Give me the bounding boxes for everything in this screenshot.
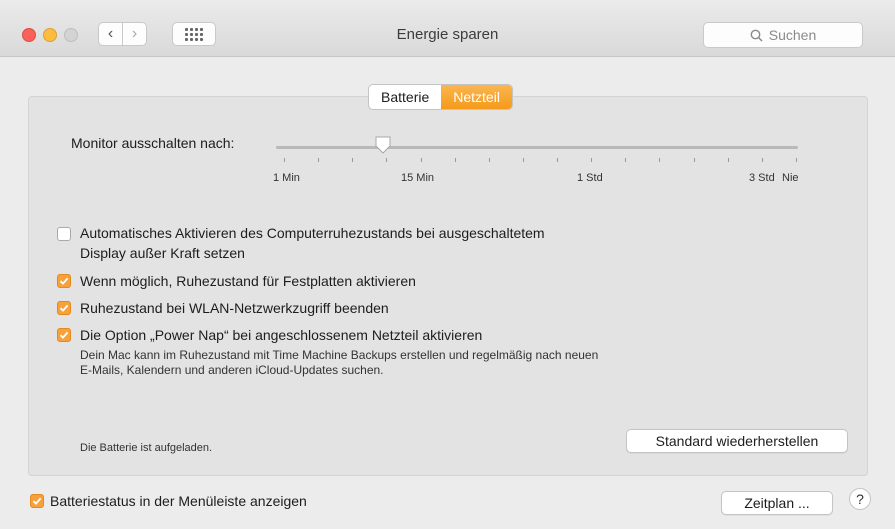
disable-sleep-checkbox[interactable] bbox=[57, 227, 71, 241]
wake-wlan-label[interactable]: Ruhezustand bei WLAN-Netzwerkzugriff bee… bbox=[80, 298, 389, 318]
slider-tick bbox=[318, 158, 319, 162]
menubar-battery-label[interactable]: Batteriestatus in der Menüleiste anzeige… bbox=[50, 491, 307, 511]
search-placeholder: Suchen bbox=[768, 27, 817, 43]
slider-tick bbox=[762, 158, 763, 162]
slider-tick bbox=[386, 158, 387, 162]
disk-sleep-label[interactable]: Wenn möglich, Ruhezustand für Festplatte… bbox=[80, 271, 416, 291]
wake-wlan-checkbox[interactable] bbox=[57, 301, 71, 315]
slider-tick bbox=[523, 158, 524, 162]
disk-sleep-checkbox[interactable] bbox=[57, 274, 71, 288]
monitor-sleep-slider[interactable] bbox=[276, 146, 798, 149]
help-button[interactable]: ? bbox=[849, 488, 871, 510]
slider-tick bbox=[421, 158, 422, 162]
slider-tick bbox=[796, 158, 797, 162]
slider-tick bbox=[728, 158, 729, 162]
power-nap-description-line1: Dein Mac kann im Ruhezustand mit Time Ma… bbox=[80, 348, 599, 362]
disable-sleep-label-line1[interactable]: Automatisches Aktivieren des Computerruh… bbox=[80, 223, 545, 243]
tick-label-15-min: 15 Min bbox=[401, 172, 435, 184]
power-nap-label[interactable]: Die Option „Power Nap“ bei angeschlossen… bbox=[80, 325, 482, 345]
checkmark-icon bbox=[59, 277, 69, 285]
search-field[interactable]: Suchen bbox=[703, 22, 863, 48]
power-nap-description: Dein Mac kann im Ruhezustand mit Time Ma… bbox=[80, 348, 598, 378]
slider-tick bbox=[352, 158, 353, 162]
power-source-tabs: Batterie Netzteil bbox=[368, 84, 513, 110]
tick-label-nie: Nie bbox=[782, 172, 799, 184]
slider-tick bbox=[557, 158, 558, 162]
menubar-battery-checkbox[interactable] bbox=[30, 494, 44, 508]
restore-defaults-button[interactable]: Standard wiederherstellen bbox=[626, 429, 848, 453]
slider-tick bbox=[489, 158, 490, 162]
tick-label-1-std: 1 Std bbox=[577, 172, 603, 184]
slider-tick bbox=[625, 158, 626, 162]
disable-sleep-label-line2[interactable]: Display außer Kraft setzen bbox=[80, 243, 245, 263]
search-icon bbox=[750, 29, 763, 42]
tab-batterie[interactable]: Batterie bbox=[369, 85, 441, 109]
slider-tick bbox=[694, 158, 695, 162]
battery-status-text: Die Batterie ist aufgeladen. bbox=[80, 442, 213, 454]
help-icon: ? bbox=[856, 491, 864, 507]
monitor-sleep-label: Monitor ausschalten nach: bbox=[71, 135, 235, 151]
schedule-button[interactable]: Zeitplan ... bbox=[721, 491, 833, 515]
tick-label-3-std: 3 Std bbox=[749, 172, 775, 184]
power-nap-checkbox[interactable] bbox=[57, 328, 71, 342]
checkmark-icon bbox=[32, 497, 42, 505]
slider-thumb[interactable] bbox=[375, 136, 391, 154]
checkmark-icon bbox=[59, 304, 69, 312]
tab-netzteil[interactable]: Netzteil bbox=[441, 85, 512, 109]
slider-tick bbox=[284, 158, 285, 162]
tick-label-1-min: 1 Min bbox=[273, 172, 300, 184]
slider-tick bbox=[455, 158, 456, 162]
slider-tick bbox=[591, 158, 592, 162]
power-nap-description-line2: E-Mails, Kalendern und anderen iCloud-Up… bbox=[80, 363, 384, 377]
slider-tick bbox=[659, 158, 660, 162]
title-bar: ‹ › Energie sparen Suchen bbox=[0, 0, 895, 57]
checkmark-icon bbox=[59, 331, 69, 339]
